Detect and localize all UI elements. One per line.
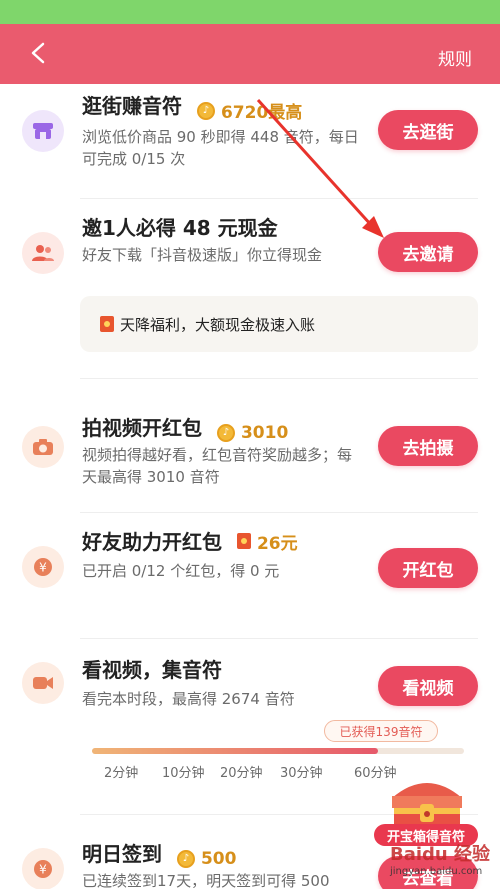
top-header: 规则 [0, 24, 500, 84]
promo-text: 天降福利，大额现金极速入账 [120, 315, 316, 334]
music-note-coin-icon: ♪ [176, 849, 195, 868]
divider [80, 638, 478, 639]
open-red-packet-button[interactable]: 开红包 [378, 548, 478, 588]
yen-icon: ¥ [22, 848, 64, 889]
reward: ♪ 500 [176, 849, 236, 869]
divider [80, 378, 478, 379]
watermark: Baidu 经验 jingyan.baidu.com [390, 844, 491, 877]
progress-tick: 2分钟 [104, 766, 139, 781]
svg-text:¥: ¥ [39, 863, 47, 877]
task-description: 好友下载「抖音极速版」你立得现金 [82, 246, 323, 264]
users-icon [22, 232, 64, 274]
rules-link[interactable]: 规则 [438, 45, 472, 70]
divider [80, 512, 478, 513]
task-description: 视频拍得越好看，红包音符奖励越多；每天最高得 3010 音符 [82, 446, 353, 486]
progress-tick: 30分钟 [280, 766, 323, 781]
task-list: 逛街赚音符 ♪ 6720最高 浏览低价商品 90 秒即得 448 音符，每日可完… [0, 84, 500, 889]
video-camera-icon [22, 662, 64, 704]
music-note-coin-icon: ♪ [216, 423, 235, 442]
task-description: 已开启 0/12 个红包，得 0 元 [82, 562, 280, 580]
shoot-video-button[interactable]: 去拍摄 [378, 426, 478, 466]
reward: ♪ 6720最高 [196, 98, 302, 123]
chevron-left-icon[interactable] [28, 42, 50, 64]
task-title: 拍视频开红包 ♪ 3010 [82, 416, 289, 443]
progress-tick: 10分钟 [162, 766, 205, 781]
promo-banner[interactable]: 天降福利，大额现金极速入账 [80, 296, 478, 352]
watch-progress-bar [92, 748, 464, 754]
yen-icon: ¥ [22, 546, 64, 588]
task-title: 邀1人必得 48 元现金 [82, 216, 278, 240]
invite-button[interactable]: 去邀请 [378, 232, 478, 272]
earned-badge: 已获得139音符 [324, 720, 438, 742]
progress-fill [92, 748, 379, 754]
watch-video-button[interactable]: 看视频 [378, 666, 478, 706]
progress-tick: 20分钟 [220, 766, 263, 781]
task-title: 好友助力开红包 26元 [82, 529, 298, 554]
task-title: 看视频，集音符 [82, 658, 222, 682]
svg-text:¥: ¥ [39, 561, 47, 575]
task-title: 逛街赚音符 ♪ 6720最高 [82, 94, 303, 123]
camera-icon [22, 426, 64, 468]
task-description: 看完本时段，最高得 2674 音符 [82, 690, 295, 708]
store-icon [22, 110, 64, 152]
reward: ♪ 3010 [216, 423, 288, 443]
task-description: 已连续签到17天，明天签到可得 500 [82, 872, 330, 889]
task-title: 明日签到 ♪ 500 [82, 842, 237, 869]
red-envelope-icon [100, 316, 114, 332]
task-description: 浏览低价商品 90 秒即得 448 音符，每日可完成 0/15 次 [82, 128, 359, 168]
music-note-coin-icon: ♪ [196, 101, 215, 120]
red-envelope-icon [236, 533, 251, 549]
status-bar [0, 0, 500, 24]
reward: 26元 [236, 529, 298, 554]
go-shopping-button[interactable]: 去逛街 [378, 110, 478, 150]
divider [80, 198, 478, 199]
